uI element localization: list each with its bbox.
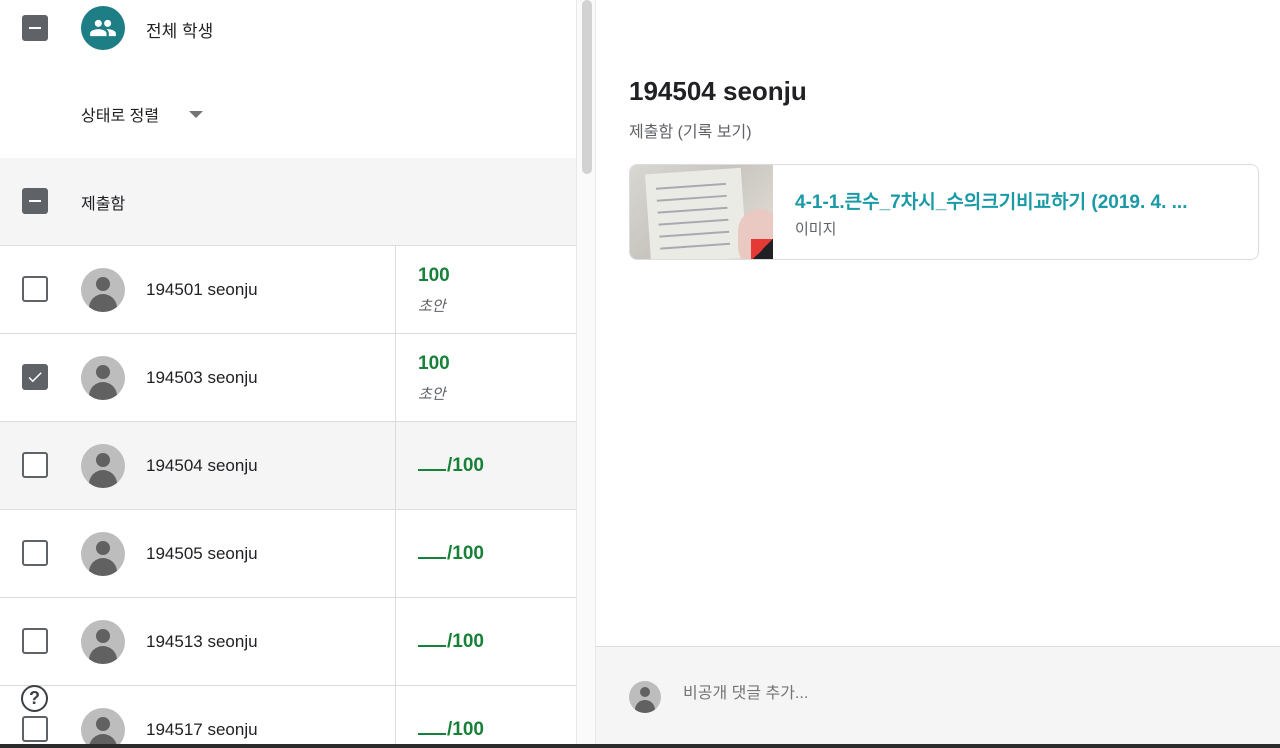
- grade-status: 초안: [418, 386, 446, 403]
- image-type-icon: [751, 239, 773, 259]
- attachment-title[interactable]: 4-1-1.큰수_7차시_수의크기비교하기 (2019. 4. ...: [795, 187, 1235, 214]
- student-title: 194504 seonju: [629, 76, 807, 106]
- student-checkbox[interactable]: [22, 276, 48, 302]
- student-list-panel: 전체 학생 상태로 정렬 제출함 194501 seonju 100 초안 19…: [0, 0, 576, 748]
- student-checkbox[interactable]: [22, 452, 48, 478]
- grade-max: /100: [447, 543, 484, 564]
- student-name: 194503 seonju: [146, 368, 258, 387]
- private-comment-bar: [596, 646, 1280, 748]
- student-checkbox[interactable]: [22, 716, 48, 742]
- group-icon: [81, 6, 125, 50]
- check-icon: [28, 372, 42, 383]
- caret-down-icon[interactable]: [189, 111, 203, 118]
- scrollbar-thumb[interactable]: [582, 0, 592, 174]
- grade-input[interactable]: /100: [418, 719, 484, 741]
- student-name: 194505 seonju: [146, 544, 258, 563]
- grade-max: /100: [447, 455, 484, 476]
- student-row[interactable]: 194503 seonju 100 초안: [0, 334, 576, 422]
- sort-dropdown[interactable]: 상태로 정렬: [81, 102, 159, 126]
- attachment-card[interactable]: 4-1-1.큰수_7차시_수의크기비교하기 (2019. 4. ... 이미지: [629, 164, 1259, 260]
- attachment-thumbnail[interactable]: [630, 165, 773, 259]
- private-comment-input[interactable]: [683, 685, 1083, 703]
- attachment-type: 이미지: [795, 221, 837, 238]
- student-checkbox[interactable]: [22, 628, 48, 654]
- grade-input[interactable]: /100: [418, 455, 484, 477]
- student-name: 194501 seonju: [146, 280, 258, 299]
- student-name: 194513 seonju: [146, 632, 258, 651]
- avatar: [81, 356, 125, 400]
- all-students-label: 전체 학생: [146, 22, 214, 41]
- student-name: 194504 seonju: [146, 456, 258, 475]
- grade-max: /100: [447, 631, 484, 652]
- student-row[interactable]: 194501 seonju 100 초안: [0, 246, 576, 334]
- avatar: [81, 532, 125, 576]
- help-icon[interactable]: ?: [21, 685, 48, 712]
- grade-value[interactable]: 100: [418, 265, 450, 287]
- avatar: [629, 681, 661, 713]
- grade-max: /100: [447, 719, 484, 740]
- avatar: [81, 268, 125, 312]
- student-row[interactable]: 194517 seonju /100: [0, 686, 576, 748]
- scrollbar[interactable]: [576, 0, 596, 748]
- grading-view: 전체 학생 상태로 정렬 제출함 194501 seonju 100 초안 19…: [0, 0, 1280, 748]
- grade-value[interactable]: 100: [418, 353, 450, 375]
- section-label: 제출함: [81, 196, 126, 213]
- grade-input[interactable]: /100: [418, 631, 484, 653]
- avatar: [81, 708, 125, 748]
- avatar: [81, 620, 125, 664]
- all-students-row[interactable]: 전체 학생: [0, 0, 576, 64]
- grade-status: 초안: [418, 298, 446, 315]
- student-row[interactable]: 194504 seonju /100: [0, 422, 576, 510]
- student-checkbox[interactable]: [22, 540, 48, 566]
- submission-detail-panel: 194504 seonju 제출함 (기록 보기) 4-1-1.큰수_7차시_수…: [596, 0, 1280, 748]
- grade-input[interactable]: /100: [418, 543, 484, 565]
- avatar: [81, 444, 125, 488]
- submission-status-link[interactable]: 제출함 (기록 보기): [629, 118, 752, 142]
- student-checkbox[interactable]: [22, 364, 48, 390]
- select-section-checkbox[interactable]: [22, 188, 48, 214]
- select-all-checkbox[interactable]: [22, 15, 48, 41]
- student-row[interactable]: 194513 seonju /100: [0, 598, 576, 686]
- student-row[interactable]: 194505 seonju /100: [0, 510, 576, 598]
- submitted-section-header[interactable]: 제출함: [0, 158, 576, 246]
- student-name: 194517 seonju: [146, 720, 258, 739]
- window-bottom-edge: [0, 744, 1280, 748]
